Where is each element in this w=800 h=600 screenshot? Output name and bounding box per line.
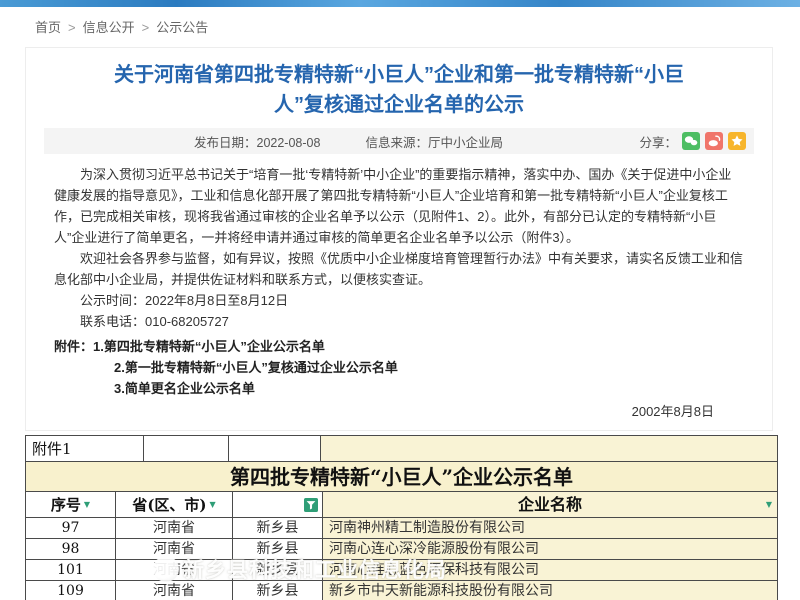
breadcrumb-item-home[interactable]: 首页 [35, 20, 61, 35]
header-company-label: 企业名称 [518, 492, 582, 518]
article-body: 为深入贯彻习近平总书记关于“培育一批‘专精特新’中小企业”的重要指示精神，落实中… [26, 164, 772, 430]
public-notice-period: 公示时间：2022年8月8日至8月12日 [54, 290, 744, 311]
empty-cell [229, 436, 321, 462]
share-bar: 分享： [639, 132, 746, 151]
wechat-share-icon[interactable] [682, 132, 700, 150]
attachment-line-2: 2.第一批专精特新“小巨人”复核通过企业公示名单 [114, 357, 744, 378]
article-container: 关于河南省第四批专精特新“小巨人”企业和第一批专精特新“小巨人”复核通过企业名单… [25, 47, 773, 431]
header-company-name: 企业名称 ▼ [323, 492, 778, 518]
attachment-list: 附件：1.第四批专精特新“小巨人”企业公示名单 2.第一批专精特新“小巨人”复核… [54, 336, 744, 399]
table-header-row: 序号▼ 省(区、市)▼ 企业名称▼ [26, 492, 778, 518]
attachment-line-3: 3.简单更名企业公示名单 [114, 378, 744, 399]
attachment1-label: 附件1 [26, 436, 144, 462]
filter-dropdown-icon[interactable]: ▼ [84, 501, 90, 509]
contact-phone: 联系电话：010-68205727 [54, 311, 744, 332]
province-cell: 河南省 [116, 518, 233, 539]
seq-cell: 97 [26, 518, 116, 539]
page-title: 关于河南省第四批专精特新“小巨人”企业和第一批专精特新“小巨人”复核通过企业名单… [99, 60, 699, 120]
paragraph-2: 欢迎社会各界参与监督，如有异议，按照《优质中小企业梯度培育管理暂行办法》中有关要… [54, 248, 744, 290]
filter-dropdown-icon[interactable]: ▼ [210, 501, 216, 509]
county-cell: 新乡县 [233, 560, 323, 581]
breadcrumb-item-info-disclosure[interactable]: 信息公开 [83, 20, 135, 35]
province-cell: 河南省 [116, 581, 233, 600]
county-cell: 新乡县 [233, 581, 323, 600]
attachment-line-1: 附件：1.第四批专精特新“小巨人”企业公示名单 [54, 336, 744, 357]
company-cell: 河南神州精工制造股份有限公司 [323, 518, 778, 539]
filter-dropdown-icon[interactable]: ▼ [766, 501, 772, 509]
company-cell: 新乡市中天新能源科技股份有限公司 [323, 581, 778, 600]
seq-cell: 109 [26, 581, 116, 600]
favorite-star-icon[interactable] [728, 132, 746, 150]
active-filter-funnel-icon[interactable] [304, 498, 318, 512]
weibo-share-icon[interactable] [705, 132, 723, 150]
article-meta-bar: 发布日期：2022-08-08 信息来源：厅中小企业局 分享： [44, 128, 754, 154]
info-source: 信息来源：厅中小企业局 [365, 132, 503, 151]
seq-cell: 98 [26, 539, 116, 560]
attachment-label-row: 附件1 [26, 436, 778, 462]
table-title: 第四批专精特新“小巨人”企业公示名单 [26, 462, 778, 492]
header-county [233, 492, 323, 518]
seq-cell: 101 [26, 560, 116, 581]
header-seq-label: 序号 [51, 492, 81, 518]
header-province: 省(区、市) ▼ [116, 492, 233, 518]
table-row: 97 河南省 新乡县 河南神州精工制造股份有限公司 [26, 518, 778, 539]
empty-cell [321, 436, 778, 462]
breadcrumb-item-announcements[interactable]: 公示公告 [156, 20, 208, 35]
company-cell: 河南心连心蓝色环保科技有限公司 [323, 560, 778, 581]
header-seq: 序号▼ [26, 492, 116, 518]
county-cell: 新乡县 [233, 539, 323, 560]
province-cell: 河南省 [116, 560, 233, 581]
breadcrumb-separator: > [142, 20, 150, 35]
table-row: 109 河南省 新乡县 新乡市中天新能源科技股份有限公司 [26, 581, 778, 600]
table-row: 98 河南省 新乡县 河南心连心深冷能源股份有限公司 [26, 539, 778, 560]
header-province-label: 省(区、市) [132, 492, 206, 518]
share-label: 分享： [639, 132, 677, 151]
empty-cell [144, 436, 229, 462]
table-row: 101 河南省 新乡县 河南心连心蓝色环保科技有限公司 [26, 560, 778, 581]
breadcrumb-separator: > [68, 20, 76, 35]
paragraph-1: 为深入贯彻习近平总书记关于“培育一批‘专精特新’中小企业”的重要指示精神，落实中… [54, 164, 744, 248]
breadcrumb: 首页 > 信息公开 > 公示公告 [35, 19, 800, 37]
province-cell: 河南省 [116, 539, 233, 560]
table-title-row: 第四批专精特新“小巨人”企业公示名单 [26, 462, 778, 492]
attachment-table: 附件1 第四批专精特新“小巨人”企业公示名单 序号▼ 省(区、市)▼ [25, 435, 778, 600]
company-cell: 河南心连心深冷能源股份有限公司 [323, 539, 778, 560]
page: 首页 > 信息公开 > 公示公告 关于河南省第四批专精特新“小巨人”企业和第一批专精特新… [0, 0, 800, 600]
county-cell: 新乡县 [233, 518, 323, 539]
publish-date: 发布日期：2022-08-08 [194, 132, 320, 151]
top-nav-bar [0, 0, 800, 7]
signature-date: 2002年8月8日 [54, 401, 744, 422]
